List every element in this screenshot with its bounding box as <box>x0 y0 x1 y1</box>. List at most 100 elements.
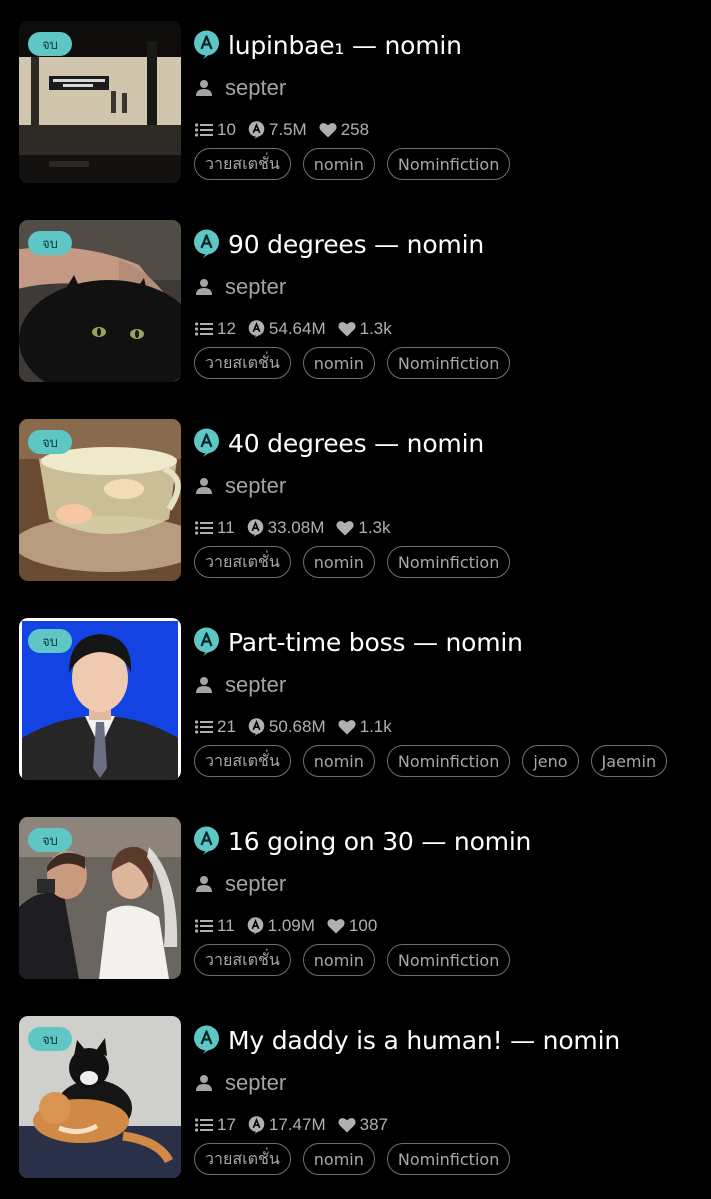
tag-chip[interactable]: วายสเตชั่น <box>194 944 291 976</box>
story-cover[interactable]: จบ <box>19 21 181 183</box>
tag-chip[interactable]: nomin <box>302 944 375 976</box>
tag-chip[interactable]: Nominfiction <box>386 347 511 379</box>
like-count: 100 <box>327 916 377 936</box>
story-title-row[interactable]: 16 going on 30 — nomin <box>193 824 531 858</box>
view-count: 33.08M <box>247 518 325 538</box>
platform-logo-icon <box>193 30 220 60</box>
story-item[interactable]: จบ lupinbae₁ — nomin septer 10 7.5M 258 … <box>0 0 711 199</box>
author-name[interactable]: septer <box>225 1070 286 1096</box>
story-title[interactable]: 40 degrees — nomin <box>228 429 484 458</box>
story-cover[interactable]: จบ <box>19 817 181 979</box>
story-stats: 11 1.09M 100 <box>195 915 389 937</box>
tag-chip[interactable]: วายสเตชั่น <box>194 148 291 180</box>
view-count-value: 7.5M <box>268 120 307 139</box>
story-title-row[interactable]: lupinbae₁ — nomin <box>193 28 462 62</box>
story-cover[interactable]: จบ <box>19 419 181 581</box>
heart-icon <box>338 1117 356 1133</box>
list-icon <box>195 521 213 535</box>
author-row[interactable]: septer <box>195 670 286 700</box>
completed-badge: จบ <box>28 430 72 454</box>
chapter-count-value: 12 <box>217 319 236 338</box>
view-count-value: 54.64M <box>268 319 326 338</box>
author-name[interactable]: septer <box>225 473 286 499</box>
author-row[interactable]: septer <box>195 1068 286 1098</box>
story-title[interactable]: 90 degrees — nomin <box>228 230 484 259</box>
author-row[interactable]: septer <box>195 272 286 302</box>
completed-badge: จบ <box>28 1027 72 1051</box>
story-title[interactable]: 16 going on 30 — nomin <box>228 827 531 856</box>
tag-chip[interactable]: วายสเตชั่น <box>194 745 291 777</box>
tag-chip[interactable]: Jaemin <box>590 745 668 777</box>
list-icon <box>195 919 213 933</box>
tag-chip[interactable]: nomin <box>302 347 375 379</box>
tag-list: วายสเตชั่น nomin Nominfiction <box>194 944 674 978</box>
platform-logo-icon <box>193 428 220 458</box>
chapter-count: 11 <box>195 916 235 936</box>
tag-chip[interactable]: Nominfiction <box>386 148 511 180</box>
story-cover[interactable]: จบ <box>19 220 181 382</box>
story-cover[interactable]: จบ <box>19 1016 181 1178</box>
view-count-value: 33.08M <box>267 518 325 537</box>
story-title[interactable]: Part-time boss — nomin <box>228 628 523 657</box>
tag-chip[interactable]: วายสเตชั่น <box>194 1143 291 1175</box>
story-item[interactable]: จบ My daddy is a human! — nomin septer 1… <box>0 995 711 1194</box>
tag-chip[interactable]: nomin <box>302 148 375 180</box>
story-list: จบ lupinbae₁ — nomin septer 10 7.5M 258 … <box>0 0 711 1199</box>
author-name[interactable]: septer <box>225 871 286 897</box>
like-count-value: 387 <box>359 1115 388 1134</box>
story-title[interactable]: My daddy is a human! — nomin <box>228 1026 620 1055</box>
tag-chip[interactable]: nomin <box>302 1143 375 1175</box>
tag-chip[interactable]: วายสเตชั่น <box>194 347 291 379</box>
view-count-value: 17.47M <box>268 1115 326 1134</box>
story-title-row[interactable]: Part-time boss — nomin <box>193 625 523 659</box>
like-count: 1.3k <box>338 319 392 339</box>
tag-chip[interactable]: Nominfiction <box>386 944 511 976</box>
author-row[interactable]: septer <box>195 73 286 103</box>
reads-icon <box>248 320 265 338</box>
chapter-count: 11 <box>195 518 235 538</box>
heart-icon <box>338 719 356 735</box>
tag-chip[interactable]: วายสเตชั่น <box>194 546 291 578</box>
list-icon <box>195 123 213 137</box>
author-name[interactable]: septer <box>225 75 286 101</box>
tag-chip[interactable]: Nominfiction <box>386 745 511 777</box>
author-row[interactable]: septer <box>195 471 286 501</box>
tag-chip[interactable]: Nominfiction <box>386 546 511 578</box>
story-title-row[interactable]: My daddy is a human! — nomin <box>193 1023 620 1057</box>
story-item[interactable]: จบ Part-time boss — nomin septer 21 50.6… <box>0 597 711 796</box>
chapter-count-value: 10 <box>217 120 236 139</box>
view-count-value: 50.68M <box>268 717 326 736</box>
reads-icon <box>248 121 265 139</box>
reads-icon <box>248 718 265 736</box>
view-count: 50.68M <box>248 717 326 737</box>
author-row[interactable]: septer <box>195 869 286 899</box>
story-cover[interactable]: จบ <box>19 618 181 780</box>
author-name[interactable]: septer <box>225 274 286 300</box>
reads-icon <box>247 917 264 935</box>
like-count-value: 1.3k <box>359 319 392 338</box>
chapter-count: 21 <box>195 717 236 737</box>
person-icon <box>195 79 213 97</box>
tag-chip[interactable]: jeno <box>522 745 579 777</box>
chapter-count: 12 <box>195 319 236 339</box>
story-title[interactable]: lupinbae₁ — nomin <box>228 31 462 60</box>
list-icon <box>195 322 213 336</box>
story-stats: 17 17.47M 387 <box>195 1114 400 1136</box>
tag-chip[interactable]: nomin <box>302 546 375 578</box>
heart-icon <box>336 520 354 536</box>
story-stats: 11 33.08M 1.3k <box>195 517 403 539</box>
story-title-row[interactable]: 90 degrees — nomin <box>193 227 484 261</box>
tag-chip[interactable]: Nominfiction <box>386 1143 511 1175</box>
story-item[interactable]: จบ 90 degrees — nomin septer 12 54.64M 1… <box>0 199 711 398</box>
story-item[interactable]: จบ 40 degrees — nomin septer 11 33.08M 1… <box>0 398 711 597</box>
person-icon <box>195 676 213 694</box>
story-title-row[interactable]: 40 degrees — nomin <box>193 426 484 460</box>
like-count-value: 1.1k <box>359 717 392 736</box>
tag-chip[interactable]: nomin <box>302 745 375 777</box>
list-icon <box>195 1118 213 1132</box>
story-item[interactable]: จบ 16 going on 30 — nomin septer 11 1.09… <box>0 796 711 995</box>
author-name[interactable]: septer <box>225 672 286 698</box>
tag-list: วายสเตชั่น nomin Nominfiction <box>194 347 674 381</box>
reads-icon <box>247 519 264 537</box>
platform-logo-icon <box>193 1025 220 1055</box>
